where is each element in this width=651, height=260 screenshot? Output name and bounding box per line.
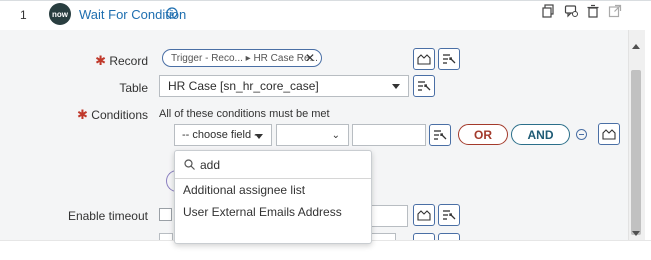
record-script-button[interactable] (438, 48, 460, 70)
timeout-field-edge[interactable] (372, 205, 408, 227)
scrollbar-thumb[interactable] (631, 70, 641, 235)
operator-select[interactable]: ⌄ (276, 124, 349, 146)
script-toggle-icon (418, 81, 431, 91)
enable-timeout-checkbox[interactable] (159, 208, 172, 221)
dropdown-search-input[interactable]: add (200, 158, 220, 172)
open-external-icon[interactable] (608, 4, 622, 18)
scroll-up-arrow-icon[interactable] (632, 44, 640, 49)
search-icon (184, 159, 195, 170)
copy-icon[interactable] (541, 4, 555, 18)
table-select[interactable]: HR Case [sn_hr_core_case] (159, 75, 409, 97)
header-divider (0, 0, 651, 1)
data-pill-picker-icon (602, 129, 616, 140)
timeout-data-pill-picker-button[interactable] (413, 204, 435, 226)
scroll-down-arrow-icon[interactable] (632, 231, 640, 236)
record-pill-text: Trigger - Reco... ▸ HR Case Re... (171, 52, 318, 64)
dropdown-option[interactable]: Additional assignee list (183, 183, 305, 197)
conditions-label: Conditions (91, 108, 148, 122)
record-label-row: ✱ Record (90, 53, 148, 69)
table-script-button[interactable] (413, 75, 435, 97)
table-select-value: HR Case [sn_hr_core_case] (168, 79, 319, 93)
trash-icon[interactable] (586, 4, 600, 18)
choose-field-value: -- choose field -- (182, 129, 262, 141)
now-logo: now (49, 3, 71, 25)
or-button[interactable]: OR (458, 124, 508, 145)
script-toggle-icon (443, 210, 456, 220)
condition-value-input[interactable] (352, 124, 426, 146)
chevron-down-icon: ⌄ (331, 130, 340, 141)
info-icon[interactable] (166, 7, 178, 19)
timeout-script-button[interactable] (438, 204, 460, 226)
conditions-description: All of these conditions must be met (159, 108, 330, 120)
record-label: Record (109, 54, 148, 68)
caret-down-icon (392, 84, 400, 89)
record-data-pill[interactable]: Trigger - Reco... ▸ HR Case Re... ✕ (162, 49, 322, 67)
caret-down-icon (255, 134, 263, 139)
data-pill-picker-icon (417, 54, 431, 65)
condition-script-button[interactable] (429, 124, 451, 146)
conditions-data-pill-picker-button[interactable] (598, 123, 620, 145)
data-pill-picker-icon (417, 210, 431, 221)
required-indicator: ✱ (95, 53, 106, 68)
script-toggle-icon (443, 54, 456, 64)
step-number: 1 (20, 8, 27, 22)
dropdown-option[interactable]: User External Emails Address (183, 205, 342, 219)
remove-condition-icon[interactable] (576, 129, 587, 140)
and-button[interactable]: AND (511, 124, 570, 145)
enable-timeout-label: Enable timeout (67, 209, 148, 223)
table-label: Table (119, 81, 148, 95)
conditions-label-row: ✱ Conditions (70, 107, 148, 123)
field-search-dropdown[interactable]: add Additional assignee list User Extern… (174, 150, 372, 244)
comment-icon[interactable] (564, 4, 578, 18)
required-indicator: ✱ (77, 107, 88, 122)
script-toggle-icon (434, 130, 447, 140)
dropdown-search-row[interactable]: add (175, 151, 371, 179)
choose-field-select[interactable]: -- choose field -- (174, 124, 272, 146)
record-data-pill-picker-button[interactable] (413, 48, 435, 70)
close-icon[interactable]: ✕ (305, 51, 315, 65)
